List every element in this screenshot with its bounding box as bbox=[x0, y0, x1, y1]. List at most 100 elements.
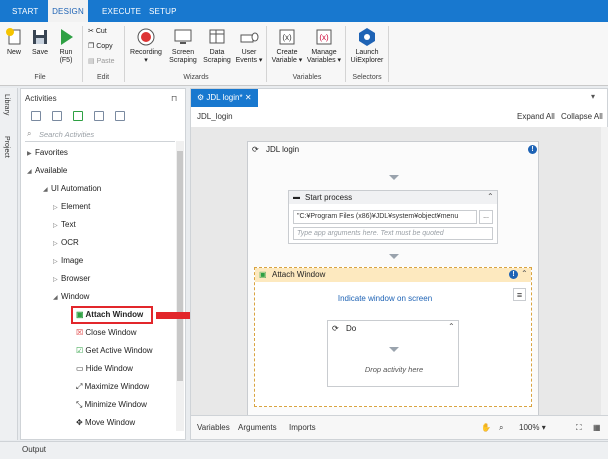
do-title: Do bbox=[346, 324, 357, 333]
paste-button[interactable]: ▤ Paste bbox=[88, 58, 114, 66]
data-scraping-button[interactable]: Data Scraping bbox=[202, 27, 232, 65]
hand-icon[interactable]: ✋ bbox=[481, 423, 491, 432]
variables-panel-button[interactable]: Variables bbox=[197, 423, 230, 432]
user-events-label-1: User bbox=[241, 49, 257, 56]
filter-icon[interactable] bbox=[94, 111, 104, 121]
tab-library[interactable]: Library bbox=[3, 94, 10, 115]
tree-browser[interactable]: ▷ Browser bbox=[53, 274, 90, 283]
manage-variables-button[interactable]: (x) Manage Variables ▾ bbox=[306, 27, 342, 65]
tree-label: Browser bbox=[61, 274, 91, 283]
copy-icon: ❐ bbox=[88, 43, 95, 50]
record-icon bbox=[137, 28, 155, 46]
collapse-icon[interactable]: ⌃ bbox=[521, 269, 528, 278]
designer-canvas[interactable]: ⟳ JDL login ! ▬ Start process ⌃ "C:¥Prog… bbox=[191, 127, 601, 415]
sequence-title: JDL login bbox=[266, 145, 300, 154]
info-icon[interactable]: ! bbox=[509, 270, 518, 279]
create-variable-button[interactable]: (x) Create Variable ▾ bbox=[270, 27, 304, 65]
drop-chevron-icon bbox=[389, 254, 399, 259]
chevron-down-icon[interactable]: ▾ bbox=[591, 92, 595, 101]
zoom-search-icon[interactable]: ⌕ bbox=[499, 423, 503, 433]
collapse-icon[interactable]: ⌃ bbox=[487, 192, 494, 201]
refresh-icon[interactable] bbox=[73, 111, 83, 121]
launch-uiexplorer-button[interactable]: Launch UiExplorer bbox=[349, 27, 385, 65]
breadcrumb[interactable]: JDL_login bbox=[197, 112, 233, 121]
activity-label: Hide Window bbox=[85, 364, 133, 373]
menu-icon[interactable]: ≡ bbox=[513, 288, 526, 301]
pin-icon[interactable]: ⊓ bbox=[171, 94, 177, 103]
fit-screen-icon[interactable]: ⛶ bbox=[576, 423, 582, 433]
activity-label: Get Active Window bbox=[85, 346, 153, 355]
activity-minimize-window[interactable]: ⤡ Minimize Window bbox=[76, 400, 147, 410]
save-icon bbox=[33, 30, 47, 44]
data-scraping-label-2: Scraping bbox=[203, 57, 231, 64]
tab-start[interactable]: START bbox=[12, 0, 38, 22]
tree-text[interactable]: ▷ Text bbox=[53, 220, 76, 229]
indicate-window-link[interactable]: Indicate window on screen bbox=[255, 294, 515, 303]
tab-setup[interactable]: SETUP bbox=[149, 0, 177, 22]
attach-window-highlight bbox=[71, 306, 153, 324]
document-tab[interactable]: ⚙ JDL login* ✕ bbox=[191, 89, 258, 107]
tab-execute[interactable]: EXECUTE bbox=[102, 0, 141, 22]
activity-close-window[interactable]: ☒ Close Window bbox=[76, 328, 137, 337]
save-button[interactable]: Save bbox=[28, 27, 52, 57]
close-icon[interactable]: ✕ bbox=[245, 93, 252, 102]
activity-label: Close Window bbox=[85, 328, 137, 337]
tree-element[interactable]: ▷ Element bbox=[53, 202, 90, 211]
collapse-icon[interactable] bbox=[52, 111, 62, 121]
sequence-icon: ⟳ bbox=[252, 145, 259, 154]
designer-scrollbar[interactable] bbox=[601, 127, 608, 415]
cut-button[interactable]: ✂ Cut bbox=[88, 28, 107, 36]
copy-button[interactable]: ❐ Copy bbox=[88, 43, 113, 51]
user-events-button[interactable]: User Events ▾ bbox=[234, 27, 264, 65]
new-button[interactable]: New bbox=[2, 27, 26, 57]
screen-scraping-button[interactable]: Screen Scraping bbox=[166, 27, 200, 65]
tree-ocr[interactable]: ▷ OCR bbox=[53, 238, 79, 247]
tag-icon[interactable] bbox=[115, 111, 125, 121]
info-icon[interactable]: ! bbox=[528, 145, 537, 154]
activity-attach-window-block[interactable]: ▣ Attach Window ! ⌃ Indicate window on s… bbox=[254, 267, 532, 407]
designer-panel: ⚙ JDL login* ✕ ▾ JDL_login Expand All Co… bbox=[190, 88, 608, 440]
collapse-icon: ◢ bbox=[53, 295, 58, 301]
recording-button[interactable]: Recording ▾ bbox=[128, 27, 164, 65]
file-path-input[interactable]: "C:¥Program Files (x86)¥JDL¥system¥objec… bbox=[293, 210, 477, 224]
tree-favorites[interactable]: ▶ Favorites bbox=[27, 148, 68, 157]
activity-move-window[interactable]: ✥ Move Window bbox=[76, 418, 135, 427]
imports-panel-button[interactable]: Imports bbox=[289, 423, 316, 432]
run-button[interactable]: Run (F5) bbox=[54, 27, 78, 65]
collapse-all-link[interactable]: Collapse All bbox=[561, 112, 603, 121]
group-edit-label: Edit bbox=[96, 74, 110, 81]
overview-icon[interactable]: ▦ bbox=[593, 423, 601, 432]
expand-icon: ▷ bbox=[53, 223, 58, 229]
run-label: Run bbox=[59, 49, 73, 56]
workflow-icon: ⚙ bbox=[197, 93, 205, 102]
activity-hide-window[interactable]: ▭ Hide Window bbox=[76, 364, 133, 373]
activity-maximize-window[interactable]: ⤢ Maximize Window bbox=[76, 382, 149, 392]
start-process-header: ▬ Start process bbox=[289, 191, 497, 204]
tree-window[interactable]: ◢ Window bbox=[53, 292, 89, 301]
expand-all-link[interactable]: Expand All bbox=[517, 112, 555, 121]
tree-label: Image bbox=[61, 256, 84, 265]
arguments-panel-button[interactable]: Arguments bbox=[238, 423, 277, 432]
minimize-icon: ⤡ bbox=[76, 400, 83, 409]
browse-button[interactable]: ... bbox=[479, 210, 493, 224]
output-tab[interactable]: Output bbox=[22, 445, 46, 454]
expand-icon[interactable] bbox=[31, 111, 41, 121]
sequence-do[interactable]: ⟳ Do ⌃ Drop activity here bbox=[327, 320, 459, 387]
zoom-select[interactable]: 100% ▾ bbox=[519, 423, 546, 432]
scrollbar-thumb[interactable] bbox=[177, 151, 183, 381]
tab-design[interactable]: DESIGN bbox=[48, 0, 88, 22]
activity-start-process[interactable]: ▬ Start process ⌃ "C:¥Program Files (x86… bbox=[288, 190, 498, 244]
arguments-input[interactable]: Type app arguments here. Text must be qu… bbox=[293, 227, 493, 240]
activities-scrollbar[interactable] bbox=[176, 141, 184, 431]
group-wizards-label: Wizards bbox=[183, 74, 209, 81]
run-shortcut: (F5) bbox=[59, 57, 73, 64]
tree-available[interactable]: ◢ Available bbox=[27, 166, 67, 175]
sequence-jdl-login[interactable]: ⟳ JDL login ! ▬ Start process ⌃ "C:¥Prog… bbox=[247, 141, 539, 415]
tab-project[interactable]: Project bbox=[3, 136, 10, 158]
tree-image[interactable]: ▷ Image bbox=[53, 256, 83, 265]
search-activities-input[interactable]: ⌕ Search Activities bbox=[25, 129, 175, 142]
tree-ui-automation[interactable]: ◢ UI Automation bbox=[43, 184, 101, 193]
collapse-icon[interactable]: ⌃ bbox=[448, 322, 455, 331]
activity-get-active-window[interactable]: ☑ Get Active Window bbox=[76, 346, 153, 355]
hide-window-icon: ▭ bbox=[76, 364, 84, 373]
